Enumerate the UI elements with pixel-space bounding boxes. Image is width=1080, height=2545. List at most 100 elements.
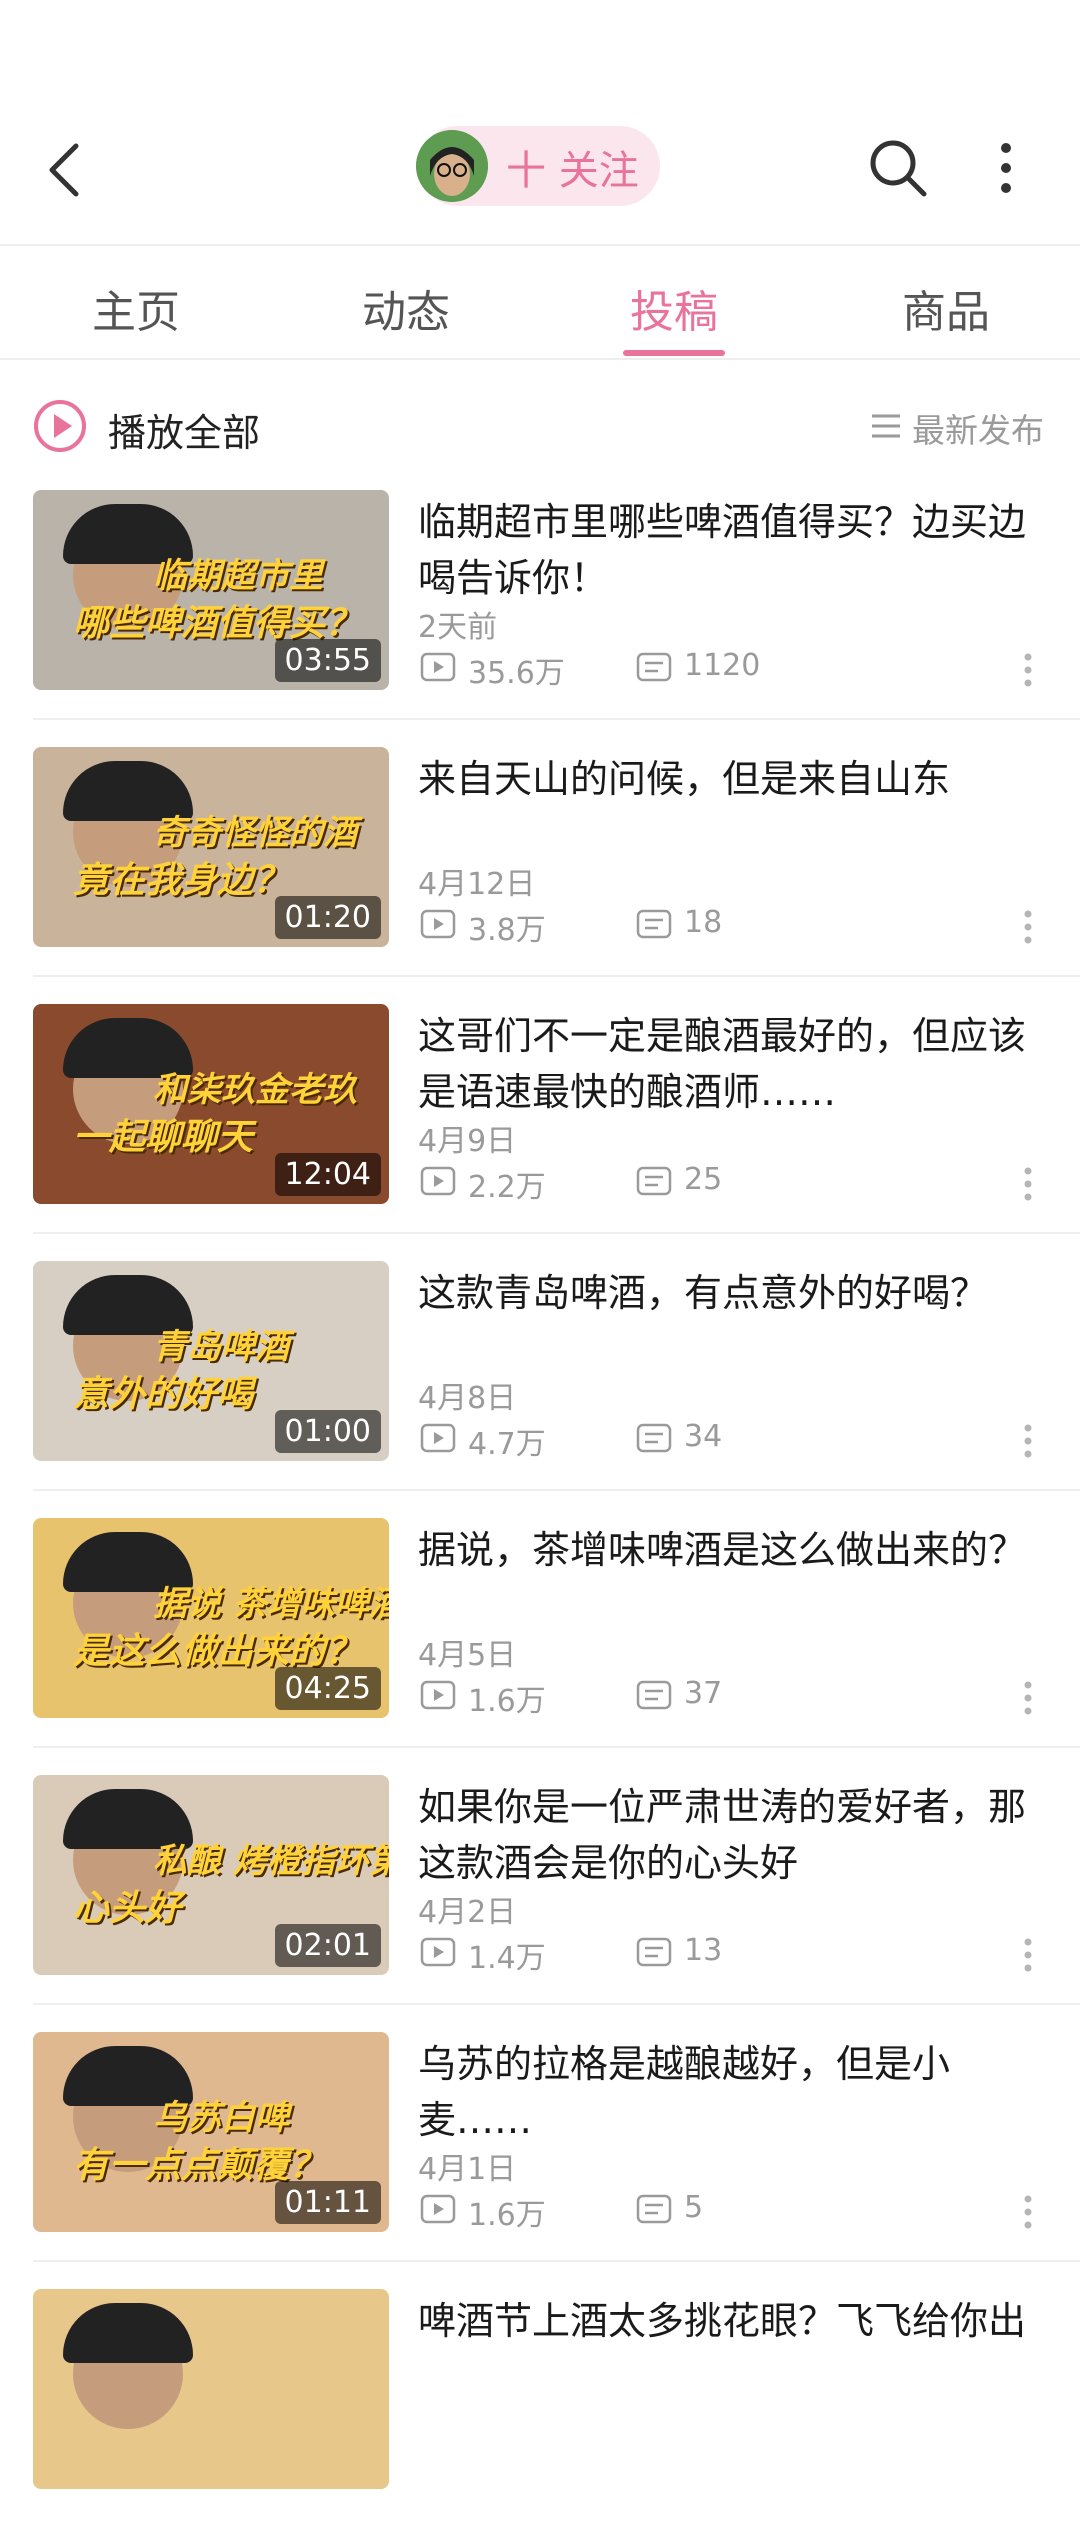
play-count-icon	[420, 909, 456, 939]
view-count: 1.4万	[468, 1941, 546, 1976]
publish-date: 2天前	[418, 610, 498, 645]
view-count: 1.6万	[468, 2198, 546, 2233]
item-divider	[33, 1489, 1080, 1491]
video-title[interactable]: 这款青岛啤酒，有点意外的好喝？	[418, 1265, 1048, 1321]
thumbnail-hair	[63, 2303, 193, 2363]
video-list-item[interactable]: 临期超市里 哪些啤酒值得买？ 03:55 临期超市里哪些啤酒值得买？边买边喝告诉你！ 2…	[0, 490, 1080, 746]
back-arrow-icon[interactable]	[40, 130, 100, 210]
danmaku-count-icon	[636, 1937, 672, 1967]
view-count: 1.6万	[468, 1684, 546, 1719]
thumbnail-caption-top: 青岛啤酒	[153, 1327, 289, 1367]
danmaku-count: 5	[684, 2190, 704, 2225]
video-list-item[interactable]: 私酿 烤橙指环第三版心头好 02:01 如果你是一位严肃世涛的爱好者，那这款酒会是你…	[0, 1775, 1080, 2031]
play-count-icon	[420, 1937, 456, 1967]
duration-badge: 03:55	[274, 639, 381, 682]
danmaku-count: 34	[684, 1419, 723, 1454]
video-thumbnail[interactable]: 临期超市里 哪些啤酒值得买？ 03:55	[33, 490, 389, 690]
play-count-icon	[420, 1166, 456, 1196]
publish-date: 4月9日	[418, 1124, 517, 1159]
tab-home[interactable]: 主页	[36, 276, 236, 340]
danmaku-count-icon	[636, 1166, 672, 1196]
item-more-icon[interactable]	[1022, 652, 1034, 688]
item-more-icon[interactable]	[1022, 909, 1034, 945]
thumbnail-caption-bottom: 竟在我身边？	[73, 860, 290, 901]
play-count-icon	[420, 652, 456, 682]
view-count: 3.8万	[468, 913, 546, 948]
video-list-item[interactable]: 青岛啤酒 意外的好喝 01:00 这款青岛啤酒，有点意外的好喝？ 4月8日 4.7万 34	[0, 1261, 1080, 1517]
publish-date: 4月12日	[418, 867, 536, 902]
item-more-icon[interactable]	[1022, 1937, 1034, 1973]
item-more-icon[interactable]	[1022, 1423, 1034, 1459]
duration-badge: 02:01	[274, 1924, 381, 1967]
play-circle-icon[interactable]	[32, 398, 88, 454]
item-more-icon[interactable]	[1022, 1680, 1034, 1716]
publish-date: 4月1日	[418, 2152, 517, 2187]
item-divider	[33, 1232, 1080, 1234]
tab-products[interactable]: 商品	[846, 276, 1046, 340]
tab-uploads[interactable]: 投稿	[574, 276, 774, 340]
video-list-item[interactable]: 乌苏白啤 有一点点颠覆？ 01:11 乌苏的拉格是越酿越好，但是小麦…… 4月1日 1.6…	[0, 2032, 1080, 2288]
video-title[interactable]: 临期超市里哪些啤酒值得买？边买边喝告诉你！	[418, 494, 1048, 606]
item-more-icon[interactable]	[1022, 1166, 1034, 1202]
thumbnail-caption-top: 临期超市里	[153, 556, 323, 596]
video-thumbnail[interactable]: 据说 茶增味啤酒 是这么做出来的？ 04:25	[33, 1518, 389, 1718]
video-title[interactable]: 乌苏的拉格是越酿越好，但是小麦……	[418, 2036, 1048, 2148]
thumbnail-caption-bottom: 意外的好喝	[73, 1374, 254, 1415]
active-tab-indicator	[623, 350, 725, 356]
danmaku-count: 25	[684, 1162, 723, 1197]
duration-badge: 12:04	[274, 1153, 381, 1196]
sort-button[interactable]: 最新发布	[912, 404, 1044, 452]
video-list-item[interactable]: 奇奇怪怪的酒竟在我身边？ 01:20 来自天山的问候，但是来自山东 4月12日 3.8万…	[0, 747, 1080, 1003]
video-list-item[interactable]: 和柒玖金老玖 一起聊聊天 12:04 这哥们不一定是酿酒最好的，但应该是语速最快的酿酒…	[0, 1004, 1080, 1260]
thumbnail-caption-top: 私酿 烤橙指环第三版	[153, 1841, 389, 1881]
play-all-button[interactable]: 播放全部	[108, 402, 260, 457]
video-thumbnail[interactable]	[33, 2289, 389, 2489]
video-title[interactable]: 啤酒节上酒太多挑花眼？飞飞给你出	[418, 2293, 1048, 2349]
video-thumbnail[interactable]: 青岛啤酒 意外的好喝 01:00	[33, 1261, 389, 1461]
item-divider	[33, 718, 1080, 720]
publish-date: 4月5日	[418, 1638, 517, 1673]
thumbnail-caption-top: 和柒玖金老玖	[153, 1070, 357, 1110]
video-thumbnail[interactable]: 私酿 烤橙指环第三版心头好 02:01	[33, 1775, 389, 1975]
danmaku-count-icon	[636, 1680, 672, 1710]
video-thumbnail[interactable]: 奇奇怪怪的酒竟在我身边？ 01:20	[33, 747, 389, 947]
play-count-icon	[420, 2194, 456, 2224]
video-thumbnail[interactable]: 乌苏白啤 有一点点颠覆？ 01:11	[33, 2032, 389, 2232]
more-vertical-icon[interactable]	[998, 140, 1014, 196]
thumbnail-caption-bottom: 心头好	[73, 1888, 182, 1929]
video-title[interactable]: 据说，茶增味啤酒是这么做出来的？	[418, 1522, 1048, 1578]
danmaku-count-icon	[636, 909, 672, 939]
follow-button[interactable]: 十 关注	[416, 126, 660, 206]
top-bar: 十 关注	[0, 0, 1080, 244]
avatar[interactable]	[416, 130, 488, 202]
duration-badge: 04:25	[274, 1667, 381, 1710]
avatar-icon	[416, 130, 488, 202]
item-divider	[33, 2003, 1080, 2005]
video-list-item[interactable]: 据说 茶增味啤酒 是这么做出来的？ 04:25 据说，茶增味啤酒是这么做出来的？ 4月5…	[0, 1518, 1080, 1774]
tab-dynamics[interactable]: 动态	[306, 276, 506, 340]
publish-date: 4月2日	[418, 1895, 517, 1930]
play-count-icon	[420, 1680, 456, 1710]
video-list-item[interactable]: 啤酒节上酒太多挑花眼？飞飞给你出	[0, 2289, 1080, 2545]
danmaku-count-icon	[636, 1423, 672, 1453]
video-title[interactable]: 这哥们不一定是酿酒最好的，但应该是语速最快的酿酒师……	[418, 1008, 1048, 1120]
danmaku-count: 1120	[684, 648, 761, 683]
thumbnail-caption-top: 奇奇怪怪的酒	[153, 813, 357, 853]
duration-badge: 01:20	[274, 896, 381, 939]
thumbnail-caption-top: 乌苏白啤	[153, 2098, 289, 2138]
video-thumbnail[interactable]: 和柒玖金老玖 一起聊聊天 12:04	[33, 1004, 389, 1204]
video-title[interactable]: 来自天山的问候，但是来自山东	[418, 751, 1048, 807]
danmaku-count: 37	[684, 1676, 723, 1711]
publish-date: 4月8日	[418, 1381, 517, 1416]
item-divider	[33, 975, 1080, 977]
item-more-icon[interactable]	[1022, 2194, 1034, 2230]
danmaku-count-icon	[636, 652, 672, 682]
view-count: 2.2万	[468, 1170, 546, 1205]
follow-label: 十 关注	[506, 148, 639, 194]
duration-badge: 01:11	[274, 2181, 381, 2224]
view-count: 35.6万	[468, 656, 565, 691]
view-count: 4.7万	[468, 1427, 546, 1462]
search-icon[interactable]	[866, 136, 930, 200]
sort-list-icon[interactable]	[870, 412, 902, 440]
video-title[interactable]: 如果你是一位严肃世涛的爱好者，那这款酒会是你的心头好	[418, 1779, 1048, 1891]
